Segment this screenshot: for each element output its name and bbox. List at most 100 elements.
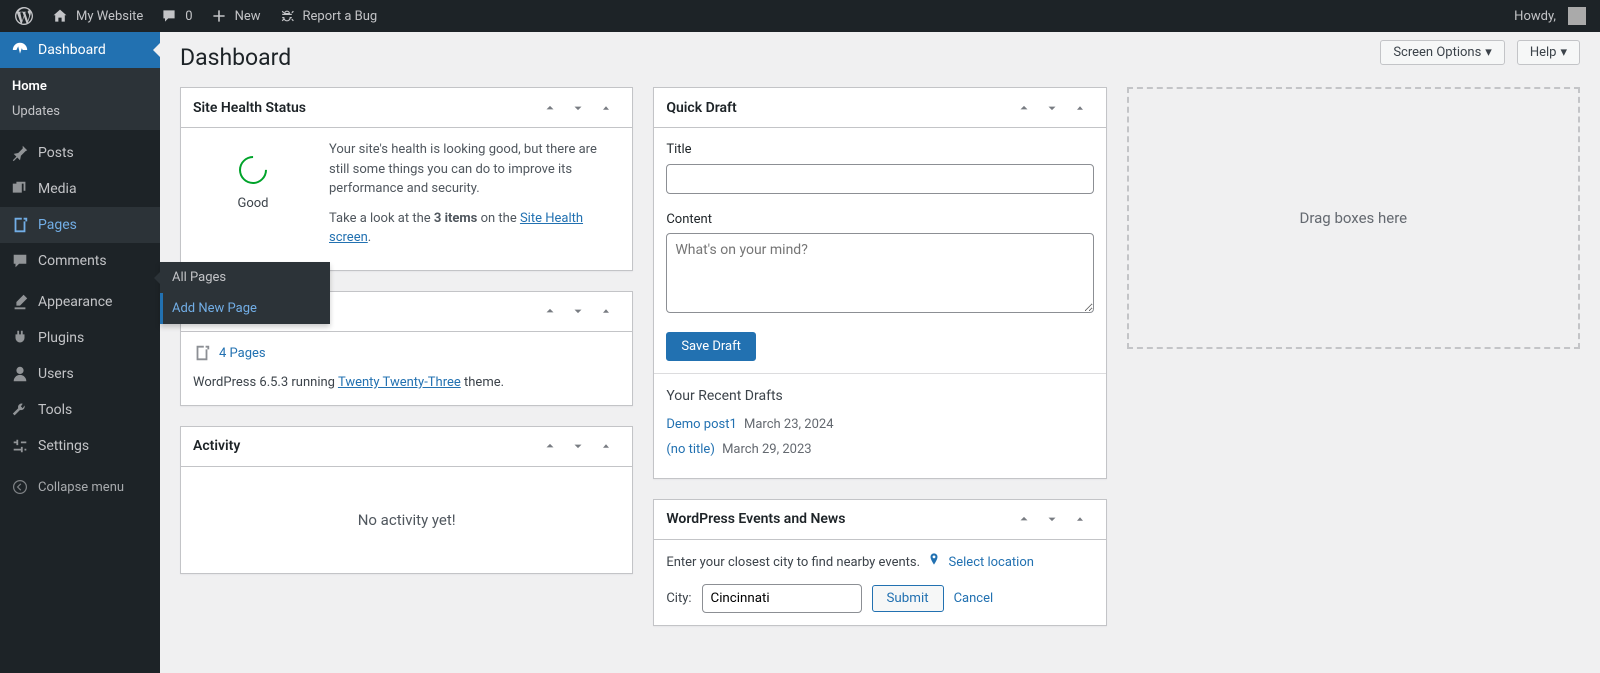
sliders-icon [10, 436, 30, 456]
flyout-arrow-icon [154, 272, 160, 284]
media-icon [10, 179, 30, 199]
activity-title: Activity [193, 438, 240, 454]
site-health-title: Site Health Status [193, 100, 306, 116]
quick-draft-box: Quick Draft Title Content Save Draft [653, 87, 1106, 479]
page-icon [10, 215, 30, 235]
content-area: Screen Options ▾ Help ▾ Dashboard Site H… [160, 32, 1600, 673]
menu-posts-label: Posts [38, 145, 74, 161]
move-down-button[interactable] [1038, 94, 1066, 122]
city-input[interactable] [702, 584, 862, 613]
menu-appearance[interactable]: Appearance [0, 284, 160, 320]
site-name-link[interactable]: My Website [42, 0, 151, 32]
drag-label: Drag boxes here [1300, 209, 1408, 227]
report-bug-link[interactable]: Report a Bug [269, 0, 386, 32]
toggle-button[interactable] [1066, 94, 1094, 122]
draft-content-textarea[interactable] [666, 233, 1093, 313]
menu-plugins[interactable]: Plugins [0, 320, 160, 356]
draft-title-label: Title [666, 140, 1093, 160]
bug-icon [277, 6, 297, 26]
draft-item: (no title) March 29, 2023 [666, 440, 1093, 460]
report-bug-label: Report a Bug [303, 9, 378, 24]
theme-link[interactable]: Twenty Twenty-Three [338, 375, 461, 390]
user-icon [10, 364, 30, 384]
collapse-menu[interactable]: Collapse menu [0, 469, 160, 505]
comment-icon [159, 6, 179, 26]
menu-users[interactable]: Users [0, 356, 160, 392]
cancel-link[interactable]: Cancel [954, 589, 994, 609]
screen-options-label: Screen Options [1393, 45, 1481, 60]
no-activity-text: No activity yet! [193, 479, 620, 562]
save-draft-button[interactable]: Save Draft [666, 332, 756, 361]
events-news-title: WordPress Events and News [666, 511, 845, 527]
toggle-button[interactable] [1066, 505, 1094, 533]
move-down-button[interactable] [1038, 505, 1066, 533]
menu-tools[interactable]: Tools [0, 392, 160, 428]
site-name-text: My Website [76, 9, 143, 24]
glance-pages-link[interactable]: 4 Pages [219, 344, 266, 364]
pages-icon [193, 344, 211, 362]
flyout-add-new-page[interactable]: Add New Page [160, 293, 330, 324]
toggle-button[interactable] [592, 432, 620, 460]
move-down-button[interactable] [564, 432, 592, 460]
drag-target[interactable]: Drag boxes here [1127, 87, 1580, 349]
draft-content-label: Content [666, 210, 1093, 230]
draft-date: March 23, 2024 [744, 417, 834, 432]
caret-down-icon: ▾ [1485, 45, 1492, 60]
menu-comments[interactable]: Comments [0, 243, 160, 279]
wp-version-line: WordPress 6.5.3 running Twenty Twenty-Th… [193, 373, 620, 393]
screen-options-button[interactable]: Screen Options ▾ [1380, 40, 1505, 65]
submenu-home[interactable]: Home [0, 74, 160, 99]
move-up-button[interactable] [1010, 505, 1038, 533]
menu-pages-label: Pages [38, 217, 77, 233]
activity-box: Activity No activity yet! [180, 426, 633, 575]
home-icon [50, 6, 70, 26]
draft-link[interactable]: Demo post1 [666, 417, 736, 432]
move-down-button[interactable] [564, 297, 592, 325]
comments-link[interactable]: 0 [151, 0, 200, 32]
collapse-icon [10, 477, 30, 497]
menu-posts[interactable]: Posts [0, 135, 160, 171]
menu-appearance-label: Appearance [38, 294, 112, 310]
wp-logo[interactable] [6, 0, 42, 32]
new-content-link[interactable]: New [201, 0, 269, 32]
health-description: Your site's health is looking good, but … [329, 140, 620, 199]
submenu-updates[interactable]: Updates [0, 99, 160, 124]
move-up-button[interactable] [1010, 94, 1038, 122]
draft-link[interactable]: (no title) [666, 442, 715, 457]
submit-button[interactable]: Submit [872, 585, 944, 612]
account-link[interactable]: Howdy, [1506, 0, 1594, 32]
help-button[interactable]: Help ▾ [1517, 40, 1580, 65]
menu-settings[interactable]: Settings [0, 428, 160, 464]
draft-date: March 29, 2023 [722, 442, 812, 457]
menu-media-label: Media [38, 181, 77, 197]
menu-settings-label: Settings [38, 438, 89, 454]
admin-sidebar: Dashboard Home Updates Posts Media Pages… [0, 32, 160, 673]
move-up-button[interactable] [536, 432, 564, 460]
admin-bar: My Website 0 New Report a Bug Howdy, [0, 0, 1600, 32]
site-health-box: Site Health Status Good [180, 87, 633, 271]
select-location-link[interactable]: Select location [949, 555, 1034, 570]
toggle-button[interactable] [592, 297, 620, 325]
move-down-button[interactable] [564, 94, 592, 122]
menu-media[interactable]: Media [0, 171, 160, 207]
health-status-text: Good [193, 194, 313, 214]
brush-icon [10, 292, 30, 312]
menu-plugins-label: Plugins [38, 330, 84, 346]
menu-comments-label: Comments [38, 253, 107, 269]
help-label: Help [1530, 45, 1557, 60]
caret-down-icon: ▾ [1560, 45, 1567, 60]
menu-dashboard[interactable]: Dashboard [0, 32, 160, 68]
new-label: New [235, 9, 261, 24]
pin-icon [10, 143, 30, 163]
plus-icon [209, 6, 229, 26]
draft-title-input[interactable] [666, 164, 1093, 194]
city-label: City: [666, 589, 691, 609]
wordpress-icon [14, 6, 34, 26]
events-news-box: WordPress Events and News Enter your clo… [653, 499, 1106, 627]
menu-pages[interactable]: Pages [0, 207, 160, 243]
move-up-button[interactable] [536, 94, 564, 122]
plug-icon [10, 328, 30, 348]
toggle-button[interactable] [592, 94, 620, 122]
flyout-all-pages[interactable]: All Pages [160, 262, 330, 293]
move-up-button[interactable] [536, 297, 564, 325]
